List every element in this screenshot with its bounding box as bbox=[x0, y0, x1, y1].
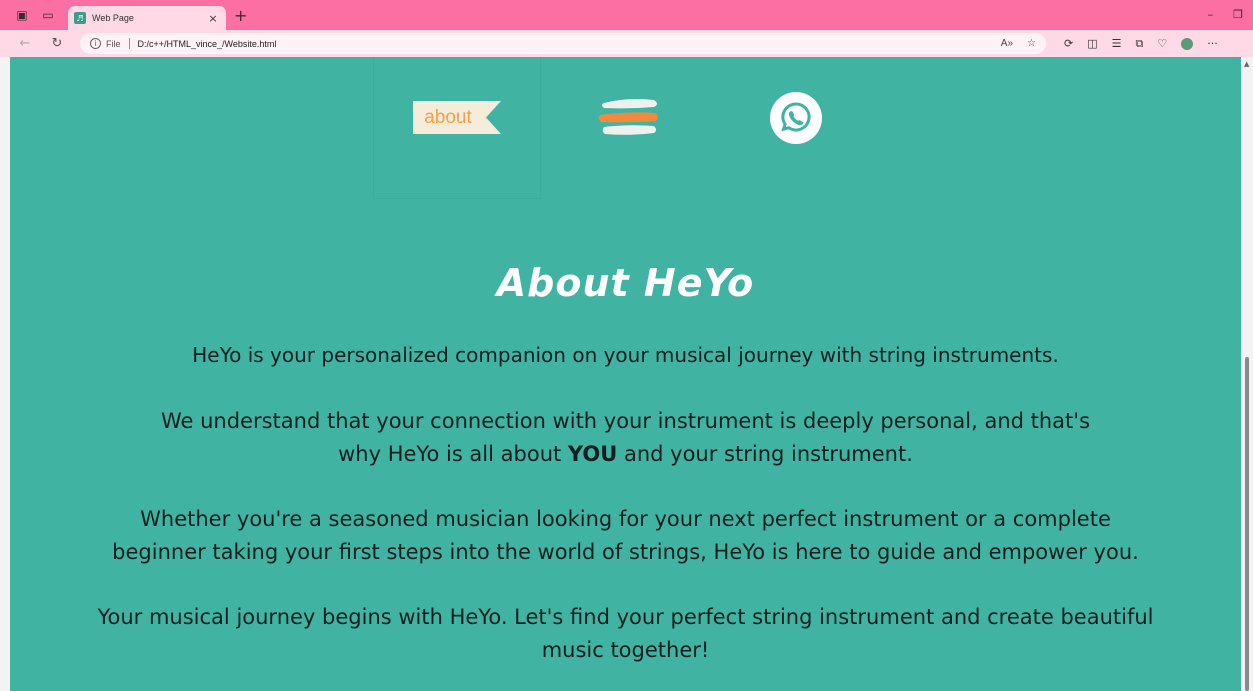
browser-essentials-icon[interactable]: ♡ bbox=[1157, 37, 1167, 50]
back-arrow-icon[interactable]: ← bbox=[14, 36, 36, 51]
connection-paragraph: We understand that your connection with … bbox=[10, 405, 1241, 471]
reload-icon[interactable]: ↻ bbox=[46, 36, 68, 51]
hamburger-menu-icon[interactable] bbox=[598, 95, 668, 141]
split-screen-icon[interactable]: ◫ bbox=[1087, 37, 1097, 50]
scroll-thumb[interactable] bbox=[1245, 357, 1249, 691]
page-scrollbar[interactable]: ▲ bbox=[1241, 57, 1253, 691]
browser-tab[interactable]: ♬ Web Page × bbox=[68, 6, 226, 30]
about-nav-button[interactable]: about bbox=[413, 101, 501, 134]
closing-line-2: music together! bbox=[541, 638, 710, 662]
intro-line: HeYo is your personalized companion on y… bbox=[192, 343, 1059, 367]
audience-line-1: Whether you're a seasoned musician looki… bbox=[140, 507, 1111, 531]
more-options-icon[interactable]: ··· bbox=[1207, 37, 1218, 50]
browser-titlebar: ▣ ▭ ♬ Web Page × + – ❐ bbox=[0, 0, 1253, 30]
restore-icon[interactable]: ❐ bbox=[1233, 8, 1243, 21]
address-divider bbox=[128, 38, 130, 49]
collections-icon[interactable]: ⧉ bbox=[1136, 37, 1144, 51]
workspaces-icon[interactable]: ▣ bbox=[14, 7, 30, 23]
page-title: About HeYo bbox=[496, 261, 755, 305]
info-icon[interactable]: i bbox=[90, 38, 101, 49]
tab-close-icon[interactable]: × bbox=[206, 12, 220, 25]
page-favicon-icon: ♬ bbox=[74, 12, 86, 24]
address-scheme: File bbox=[106, 38, 121, 49]
tab-actions-icon[interactable]: ▭ bbox=[40, 7, 56, 23]
browser-toolbar: ← ↻ i File D:/c++/HTML_vince_/Website.ht… bbox=[0, 30, 1253, 57]
scroll-up-arrow-icon[interactable]: ▲ bbox=[1244, 60, 1249, 68]
connection-line-2-pre: why HeYo is all about bbox=[338, 442, 568, 466]
window-controls: – ❐ bbox=[1208, 8, 1243, 21]
whatsapp-icon[interactable] bbox=[770, 92, 822, 144]
connection-line-2-post: and your string instrument. bbox=[617, 442, 913, 466]
closing-paragraph: Your musical journey begins with HeYo. L… bbox=[10, 601, 1241, 667]
connection-line-1: We understand that your connection with … bbox=[160, 409, 1091, 433]
intro-paragraph: HeYo is your personalized companion on y… bbox=[10, 339, 1241, 372]
profile-avatar[interactable] bbox=[1181, 37, 1194, 50]
favorite-star-icon[interactable]: ☆ bbox=[1027, 38, 1036, 49]
audience-paragraph: Whether you're a seasoned musician looki… bbox=[10, 503, 1241, 569]
address-bar[interactable]: i File D:/c++/HTML_vince_/Website.html A… bbox=[80, 33, 1046, 54]
closing-line-1: Your musical journey begins with HeYo. L… bbox=[97, 605, 1154, 629]
page-viewport: about About HeYo HeYo is your personaliz… bbox=[10, 57, 1241, 691]
extension-icon[interactable]: ⟳ bbox=[1064, 37, 1073, 50]
favorites-list-icon[interactable]: ☰ bbox=[1112, 37, 1122, 50]
read-aloud-icon[interactable]: A» bbox=[1001, 38, 1013, 49]
new-tab-button[interactable]: + bbox=[234, 8, 247, 24]
audience-line-2: beginner taking your first steps into th… bbox=[112, 540, 1139, 564]
connection-line-2: why HeYo is all about YOU and your strin… bbox=[10, 438, 1241, 471]
minimize-icon[interactable]: – bbox=[1208, 8, 1214, 21]
address-url[interactable]: D:/c++/HTML_vince_/Website.html bbox=[138, 39, 1001, 49]
about-nav-label: about bbox=[424, 107, 472, 128]
tab-title: Web Page bbox=[92, 13, 134, 23]
emphasis-you: YOU bbox=[567, 442, 618, 466]
